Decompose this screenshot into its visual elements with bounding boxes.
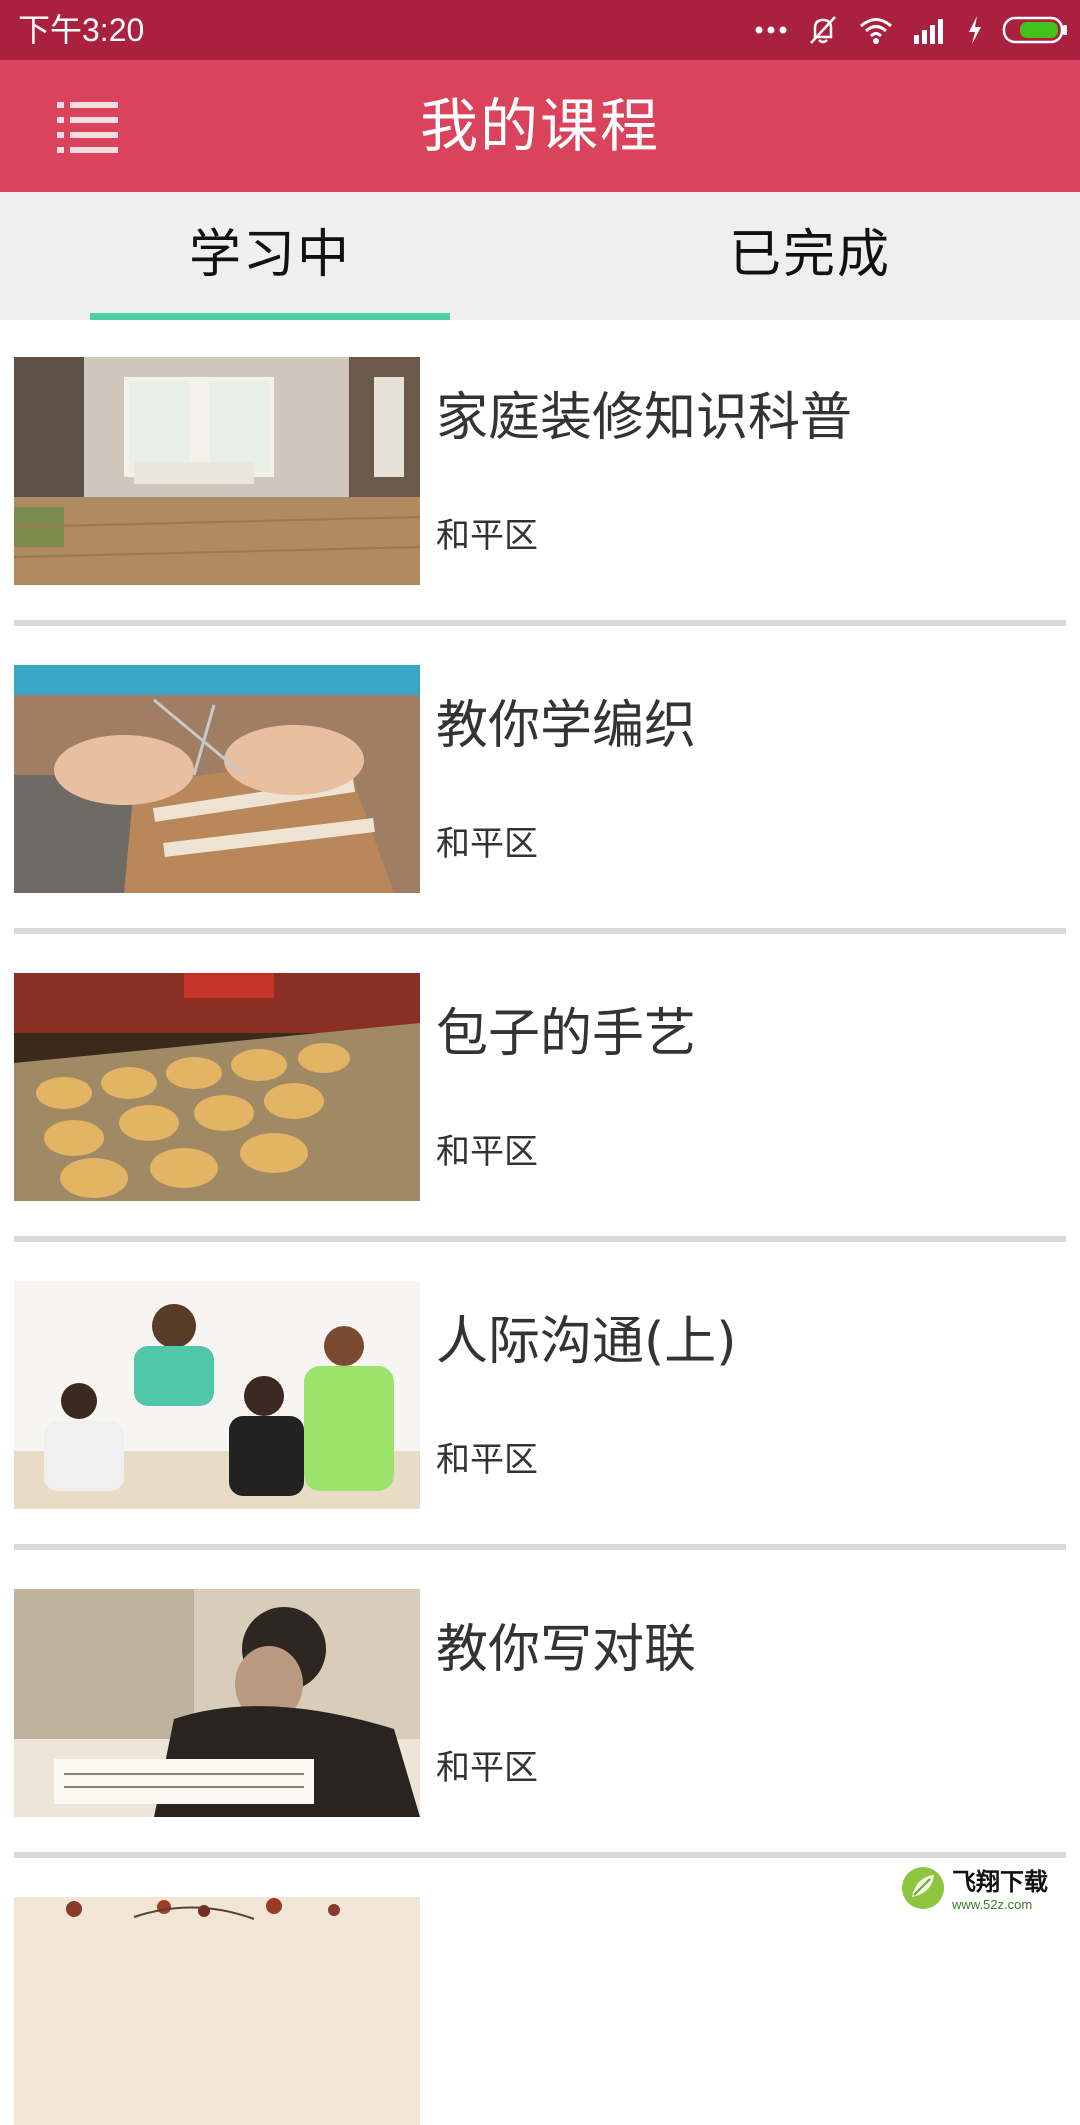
course-district: 和平区 xyxy=(436,1440,538,1480)
battery-icon xyxy=(1002,15,1068,45)
course-item[interactable]: 家庭装修知识科普 和平区 xyxy=(0,320,1080,628)
wifi-icon xyxy=(858,15,894,45)
divider xyxy=(14,1852,1066,1858)
divider xyxy=(14,620,1066,626)
app-bar: 我的课程 xyxy=(0,60,1080,192)
page-title: 我的课程 xyxy=(419,92,660,160)
status-time: 下午3:20 xyxy=(18,12,145,48)
divider xyxy=(14,1236,1066,1242)
course-item[interactable]: 教你学编织 和平区 xyxy=(0,628,1080,936)
menu-icon xyxy=(54,102,124,162)
course-thumbnail xyxy=(14,1281,420,1509)
course-item[interactable]: 人际沟通(上) 和平区 xyxy=(0,1244,1080,1552)
tab-completed[interactable]: 已完成 xyxy=(630,192,990,320)
tab-learning[interactable]: 学习中 xyxy=(90,192,450,320)
course-list: 家庭装修知识科普 和平区 教你学编织 和平区 包子的手艺 和平区 人际沟通(上)… xyxy=(0,320,1080,2125)
status-bar: 下午3:20 xyxy=(0,0,1080,60)
course-thumbnail xyxy=(14,1897,420,2125)
course-district: 和平区 xyxy=(436,516,538,556)
watermark-url: www.52z.com xyxy=(952,1896,1033,1912)
leaf-logo-icon xyxy=(900,1865,946,1915)
course-district: 和平区 xyxy=(436,1748,538,1788)
status-icons xyxy=(754,12,1068,48)
course-title: 人际沟通(上) xyxy=(436,1312,737,1372)
signal-icon xyxy=(912,15,948,45)
silent-icon xyxy=(806,13,840,47)
course-title: 家庭装修知识科普 xyxy=(436,388,853,448)
course-thumbnail xyxy=(14,973,420,1201)
course-title: 教你写对联 xyxy=(436,1620,697,1680)
more-dots-icon xyxy=(754,25,788,35)
course-tabs: 学习中 已完成 xyxy=(0,192,1080,320)
course-thumbnail xyxy=(14,665,420,893)
course-item[interactable]: 包子的手艺 和平区 xyxy=(0,936,1080,1244)
active-tab-indicator xyxy=(90,313,450,320)
course-thumbnail xyxy=(14,1589,420,1817)
course-title: 教你学编织 xyxy=(436,696,697,756)
course-district: 和平区 xyxy=(436,1132,538,1172)
menu-button[interactable] xyxy=(54,94,124,158)
charging-icon xyxy=(966,15,984,45)
watermark: 飞翔下载 www.52z.com xyxy=(900,1860,1080,1920)
course-district: 和平区 xyxy=(436,824,538,864)
course-item[interactable]: 教你写对联 和平区 xyxy=(0,1552,1080,1860)
course-title: 包子的手艺 xyxy=(436,1004,697,1064)
watermark-name: 飞翔下载 xyxy=(952,1867,1048,1896)
course-thumbnail xyxy=(14,357,420,585)
divider xyxy=(14,1544,1066,1550)
divider xyxy=(14,928,1066,934)
